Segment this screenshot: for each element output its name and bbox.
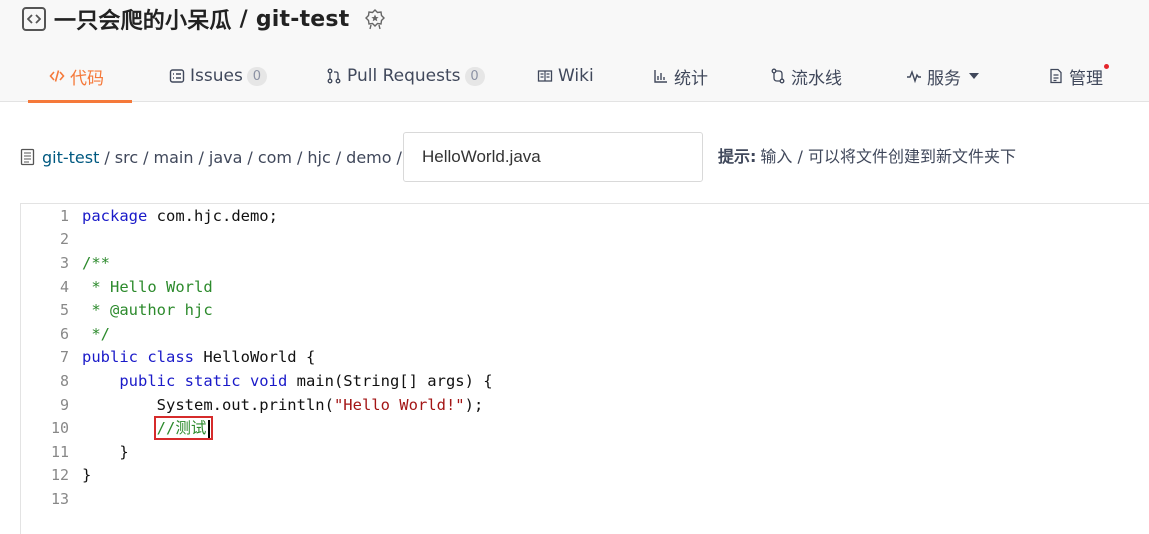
tab-manage-label: 管理 (1069, 68, 1103, 89)
tab-pipeline-label: 流水线 (791, 68, 842, 89)
gvp-badge-icon[interactable] (363, 7, 387, 31)
repo-header: 一只会爬的小呆瓜 / git-test 代码 Issues 0 Pull Req… (0, 0, 1149, 103)
code-line: 7 public class HelloWorld { (21, 346, 315, 370)
code-line: 5 * @author hjc (21, 298, 213, 322)
code-line: 2 (21, 228, 69, 252)
line-number: 5 (59, 301, 69, 320)
breadcrumb-folder: java (208, 147, 243, 167)
tab-stats[interactable]: 统计 (652, 50, 708, 102)
wiki-icon (536, 67, 554, 85)
line-number: 8 (59, 371, 69, 390)
repo-name[interactable]: git-test (256, 7, 350, 32)
line-number: 4 (59, 277, 69, 296)
code-line: 9 System.out.println("Hello World!"); (21, 393, 483, 417)
line-number: 2 (59, 230, 69, 249)
notification-dot (1104, 64, 1109, 69)
repo-path-separator: / (239, 6, 248, 32)
tab-services[interactable]: 服务 (905, 50, 979, 102)
issues-count-badge: 0 (246, 66, 267, 86)
line-number: 3 (59, 253, 69, 272)
code-line: 6 */ (21, 322, 110, 346)
text-cursor (208, 419, 211, 438)
code-line: 13 (21, 487, 69, 511)
repo-owner[interactable]: 一只会爬的小呆瓜 (54, 3, 232, 35)
issues-icon (168, 67, 186, 85)
tab-issues-label: Issues (190, 66, 243, 86)
tab-services-label: 服务 (927, 68, 961, 89)
code-line: 1 package com.hjc.demo; (21, 204, 278, 228)
tab-manage[interactable]: 管理 (1047, 50, 1109, 102)
code-line: 8 public static void main(String[] args)… (21, 369, 493, 393)
code-repo-icon (22, 7, 46, 31)
repo-title: 一只会爬的小呆瓜 / git-test (22, 4, 387, 34)
line-number: 11 (50, 442, 69, 461)
line-number: 12 (50, 466, 69, 485)
pull-request-icon (325, 67, 343, 85)
breadcrumb-folder: main (153, 147, 194, 167)
code-icon (48, 67, 66, 85)
line-number: 1 (59, 206, 69, 225)
filename-hint: 提示: 输入 / 可以将文件创建到新文件夹下 (718, 133, 1016, 177)
line-number: 10 (50, 419, 69, 438)
filename-input[interactable] (403, 132, 703, 182)
code-line: 3 /** (21, 251, 110, 275)
breadcrumb: git-test / src / main / java / com / hjc… (20, 133, 407, 181)
tab-pull-requests[interactable]: Pull Requests 0 (325, 50, 485, 102)
line-number: 9 (59, 395, 69, 414)
tab-wiki[interactable]: Wiki (536, 50, 594, 102)
code-line: 11 } (21, 440, 129, 464)
service-icon (905, 67, 923, 85)
file-icon (20, 148, 36, 166)
manage-icon (1047, 67, 1065, 85)
breadcrumb-folder: hjc (307, 147, 331, 167)
pipeline-icon (769, 67, 787, 85)
tab-issues[interactable]: Issues 0 (168, 50, 267, 102)
code-line: 12 } (21, 464, 91, 488)
line-number: 13 (50, 489, 69, 508)
line-number: 6 (59, 324, 69, 343)
code-editor[interactable]: 1 package com.hjc.demo; 2 3 /** 4 * Hell… (20, 203, 1149, 534)
tab-code-label: 代码 (70, 68, 104, 89)
breadcrumb-repo-link[interactable]: git-test (42, 148, 99, 167)
code-line-active: 10 //测试 (21, 416, 214, 441)
tab-pull-requests-label: Pull Requests (347, 66, 461, 86)
code-line: 4 * Hello World (21, 275, 213, 299)
line-number: 7 (59, 348, 69, 367)
inserted-comment: //测试 (156, 419, 207, 438)
breadcrumb-folder: src (114, 147, 139, 167)
highlight-box: //测试 (153, 416, 214, 441)
hint-label: 提示: (718, 147, 757, 166)
chevron-down-icon (969, 73, 979, 79)
hint-text: 输入 / 可以将文件创建到新文件夹下 (760, 147, 1016, 166)
tab-pipeline[interactable]: 流水线 (769, 50, 842, 102)
stats-icon (652, 67, 670, 85)
breadcrumb-folder: com (257, 147, 292, 167)
pull-requests-count-badge: 0 (464, 66, 485, 86)
tab-stats-label: 统计 (674, 68, 708, 89)
tab-code[interactable]: 代码 (28, 50, 132, 103)
repo-nav-tabs: 代码 Issues 0 Pull Requests 0 Wiki 统计 流水线 … (0, 50, 1149, 103)
tab-wiki-label: Wiki (558, 66, 594, 86)
breadcrumb-folder: demo (346, 147, 392, 167)
